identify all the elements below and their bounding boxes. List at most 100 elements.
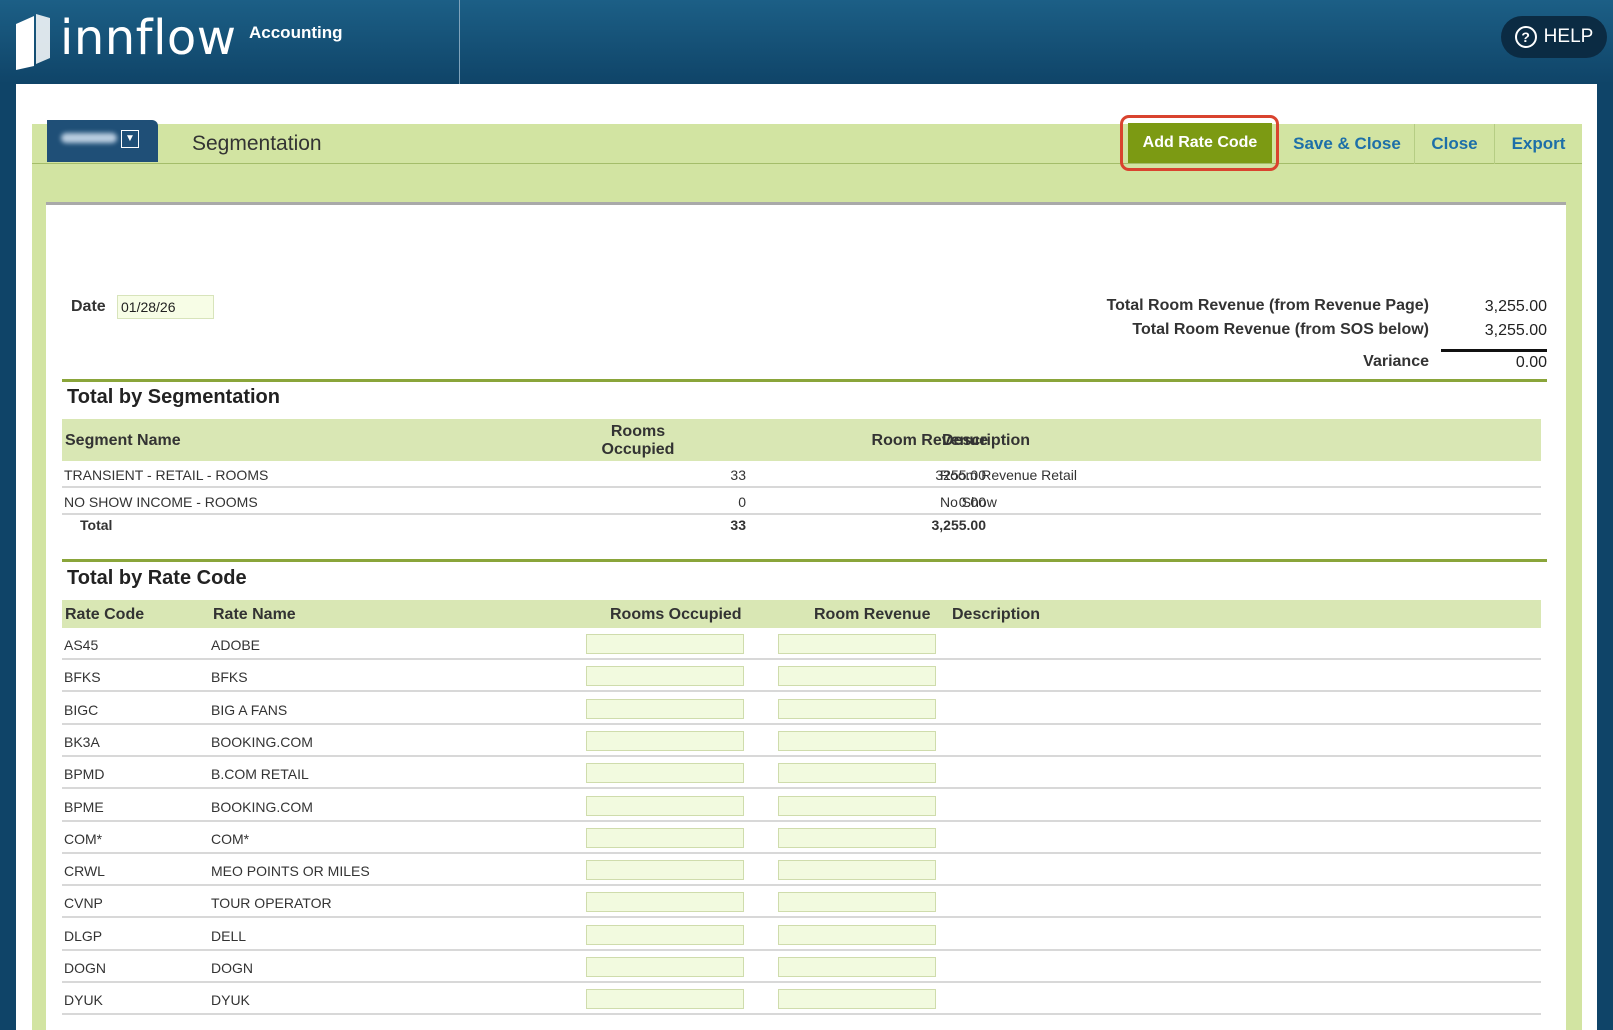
col-description: Description (942, 432, 1031, 449)
revenue-page-label: Total Room Revenue (from Revenue Page) (1106, 297, 1429, 314)
rate-name: BOOKING.COM (211, 733, 313, 750)
room-revenue-input[interactable] (778, 763, 936, 784)
segment-name: NO SHOW INCOME - ROOMS (64, 494, 258, 510)
rate-code-row: CRWL MEO POINTS OR MILES (62, 854, 1541, 887)
add-rate-code-button[interactable]: Add Rate Code (1128, 123, 1272, 163)
rate-code: BPME (64, 798, 104, 815)
rate-name: COM* (211, 830, 250, 847)
room-revenue-input[interactable] (778, 924, 936, 945)
rate-code-row: BPME BOOKING.COM (62, 790, 1541, 822)
rate-code-row: CVNP TOUR OPERATOR (62, 886, 1541, 919)
room-revenue-input[interactable] (778, 666, 936, 687)
rooms-occupied-input[interactable] (586, 763, 744, 784)
rate-code-row: BK3A BOOKING.COM (62, 725, 1541, 757)
segment-rooms: 0 (738, 494, 746, 510)
total-rooms: 33 (730, 517, 746, 533)
rate-code-row: DYUK DYUK (62, 983, 1541, 1016)
rate-code-row: AS45 ADOBE (62, 628, 1541, 660)
rooms-occupied-input[interactable] (586, 892, 744, 913)
col-description: Description (952, 606, 1041, 623)
room-revenue-input[interactable] (778, 892, 936, 913)
close-link[interactable]: Close (1414, 124, 1494, 164)
room-revenue-input[interactable] (778, 827, 936, 848)
rate-code-header: Rate Code Rate Name Rooms Occupied Room … (62, 600, 1541, 628)
rate-name: DYUK (211, 992, 250, 1009)
property-selector[interactable]: ▼ (47, 120, 158, 162)
rate-name: DOGN (211, 960, 253, 976)
rate-code-title: Total by Rate Code (67, 567, 247, 589)
rate-code: BIGC (64, 701, 99, 718)
segment-description: No Show (940, 494, 997, 510)
col-rooms-occupied-line2: Occupied (601, 441, 675, 458)
room-revenue-input[interactable] (778, 634, 936, 654)
col-room-revenue: Room Revenue (814, 606, 931, 623)
save-close-link[interactable]: Save & Close (1280, 124, 1414, 164)
rate-name: TOUR OPERATOR (211, 895, 332, 912)
rooms-occupied-input[interactable] (586, 666, 744, 687)
export-link[interactable]: Export (1494, 124, 1582, 164)
date-label: Date (71, 298, 106, 315)
rate-code: DLGP (64, 927, 103, 944)
rate-code: DYUK (64, 992, 103, 1009)
rate-code-row: DLGP DELL (62, 919, 1541, 951)
room-revenue-input[interactable] (778, 698, 936, 719)
col-rate-name: Rate Name (213, 606, 296, 623)
segment-row: TRANSIENT - RETAIL - ROOMS 33 3255.00 Ro… (62, 461, 1541, 488)
rate-code: COM* (64, 830, 103, 847)
rate-name: MEO POINTS OR MILES (211, 863, 370, 880)
rate-code: BK3A (64, 733, 100, 750)
date-input[interactable] (117, 295, 214, 319)
help-button[interactable]: ? HELP (1501, 16, 1607, 58)
rooms-occupied-input[interactable] (586, 989, 744, 1010)
rooms-occupied-input[interactable] (586, 957, 744, 977)
revenue-page-value: 3,255.00 (1484, 298, 1547, 315)
total-revenue: 3,255.00 (931, 517, 987, 533)
rate-code-row: BIGC BIG A FANS (62, 693, 1541, 725)
segment-total-row: Total 33 3,255.00 (62, 515, 1541, 537)
rooms-occupied-input[interactable] (586, 924, 744, 945)
help-label: HELP (1543, 26, 1594, 47)
col-rooms-occupied: Rooms Occupied (610, 606, 742, 623)
rooms-occupied-input[interactable] (586, 634, 744, 654)
room-revenue-input[interactable] (778, 860, 936, 881)
segment-row: NO SHOW INCOME - ROOMS 0 0.00 No Show (62, 488, 1541, 515)
room-revenue-input[interactable] (778, 957, 936, 977)
total-label: Total (80, 517, 113, 533)
segment-name: TRANSIENT - RETAIL - ROOMS (64, 467, 269, 483)
logo-text: innflow (60, 10, 237, 66)
rate-name: ADOBE (211, 637, 261, 653)
room-revenue-input[interactable] (778, 730, 936, 751)
rooms-occupied-input[interactable] (586, 860, 744, 881)
rate-name: B.COM RETAIL (211, 766, 309, 783)
rate-code: CVNP (64, 895, 103, 912)
rooms-occupied-input[interactable] (586, 795, 744, 816)
brand: innflow Accounting (0, 0, 460, 84)
section-rule (62, 379, 1547, 382)
rate-name: BIG A FANS (211, 701, 288, 718)
rate-code-row: BFKS BFKS (62, 660, 1541, 693)
rate-name: DELL (211, 927, 247, 944)
page-title: Segmentation (192, 132, 322, 155)
top-bar: innflow Accounting ? HELP (0, 0, 1613, 84)
rate-code-row: BPMD B.COM RETAIL (62, 757, 1541, 790)
dropdown-arrow-icon: ▼ (121, 130, 139, 148)
segment-description: Room Revenue Retail (940, 467, 1077, 483)
rate-name: BFKS (211, 669, 248, 686)
logo-icon (16, 14, 50, 70)
room-revenue-input[interactable] (778, 795, 936, 816)
rate-name: BOOKING.COM (211, 798, 313, 815)
rooms-occupied-input[interactable] (586, 698, 744, 719)
variance-value: 0.00 (1515, 354, 1547, 371)
rooms-occupied-input[interactable] (586, 730, 744, 751)
room-revenue-input[interactable] (778, 989, 936, 1010)
rate-code-row: DOGN DOGN (62, 951, 1541, 983)
col-segment-name: Segment Name (65, 432, 181, 449)
rooms-occupied-input[interactable] (586, 827, 744, 848)
section-rule (62, 559, 1547, 562)
segmentation-header: Segment Name Rooms Occupied Room Revenue… (62, 419, 1541, 461)
rate-code-row: COM* COM* (62, 822, 1541, 854)
rate-code: BPMD (64, 766, 105, 783)
col-rooms-occupied-line1: Rooms (610, 423, 666, 440)
rate-code: DOGN (64, 960, 106, 976)
segmentation-title: Total by Segmentation (67, 386, 280, 408)
